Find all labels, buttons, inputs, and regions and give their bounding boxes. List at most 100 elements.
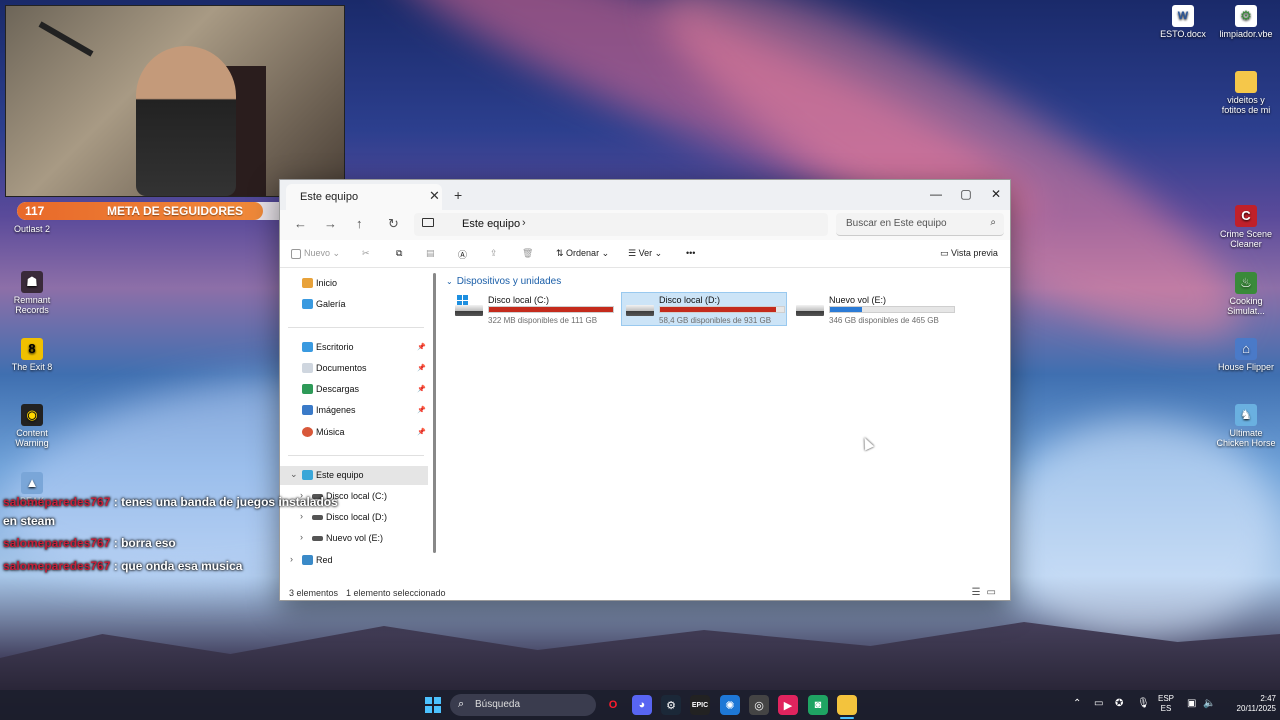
taskbar-search[interactable]: ⌕ Búsqueda [450, 694, 596, 716]
desktop-icon-cooking[interactable]: ♨ Cooking Simulat... [1214, 272, 1278, 316]
address-row: ← → ↑ ↻ Este equipo › Buscar en Este equ… [280, 210, 1010, 240]
file-explorer-icon[interactable] [837, 695, 857, 715]
pin-icon[interactable]: 📌 [417, 385, 426, 393]
chevron-right-icon[interactable]: › [300, 532, 303, 542]
address-bar[interactable]: Este equipo › [414, 213, 828, 236]
pin-icon[interactable]: 📌 [417, 428, 426, 436]
desktop-icon-crime-scene[interactable]: C Crime Scene Cleaner [1214, 205, 1278, 249]
tab-title: Este equipo [300, 191, 359, 203]
details-view-icon[interactable]: ☰ [972, 587, 987, 598]
chevron-right-icon[interactable]: › [290, 554, 293, 564]
wallpaper-cloud [1000, 420, 1280, 640]
epic-games-icon[interactable]: EPIC [690, 695, 710, 715]
streamer [136, 46, 236, 196]
sidebar-item-musica[interactable]: Música 📌 [280, 423, 428, 442]
start-button[interactable] [423, 695, 443, 715]
sidebar-item-disco-e[interactable]: › Nuevo vol (E:) [290, 529, 428, 548]
obs-icon[interactable]: ◎ [749, 695, 769, 715]
hard-drive-icon [455, 305, 483, 316]
preview-pane-button[interactable]: ▭ Vista previa [940, 248, 998, 259]
opera-icon[interactable]: O [603, 695, 623, 715]
clock[interactable]: 2:47 20/11/2025 [1224, 694, 1276, 714]
view-button[interactable]: ☰ Ver ⌄ [628, 248, 662, 259]
microphone-icon[interactable]: 🎙 [1137, 698, 1150, 709]
breadcrumb[interactable]: Este equipo [462, 218, 520, 230]
close-window-button[interactable]: ✕ [981, 183, 1011, 205]
view-toggle[interactable]: ☰▭ [972, 587, 1002, 598]
media-player-icon[interactable]: ▶ [778, 695, 798, 715]
chevron-down-icon[interactable]: ⌄ [290, 469, 298, 480]
desktop-icon-outlast[interactable]: Outlast 2 [0, 224, 64, 234]
back-arrow-icon[interactable]: ← [294, 216, 307, 231]
drive-tile-c[interactable]: Disco local (C:) 322 MB disponibles de 1… [450, 292, 616, 326]
desktop-icon-esto-docx[interactable]: W ESTO.docx [1151, 5, 1215, 39]
minimize-button[interactable]: — [921, 183, 951, 205]
android-icon[interactable]: ◙ [808, 695, 828, 715]
volume-icon[interactable]: 🔈 [1203, 698, 1215, 709]
new-tab-button[interactable]: + [454, 187, 462, 203]
close-tab-icon[interactable]: ✕ [429, 188, 440, 204]
copy-icon[interactable]: ⧉ [396, 248, 402, 259]
sidebar-item-documentos[interactable]: Documentos 📌 [280, 359, 428, 378]
microphone-arm [38, 21, 94, 57]
desktop-icon-content-warning[interactable]: ◉ Content Warning [0, 404, 64, 448]
chevron-right-icon[interactable]: › [522, 217, 526, 229]
language-indicator[interactable]: ESP ES [1158, 694, 1174, 714]
desktop-icon-chicken-horse[interactable]: ♞ Ultimate Chicken Horse [1214, 404, 1278, 448]
chevron-right-icon[interactable]: › [300, 511, 303, 521]
drive-name: Disco local (C:) [488, 295, 550, 305]
sidebar-item-este-equipo[interactable]: ⌄ Este equipo [280, 466, 428, 485]
network-icon[interactable]: ▣ [1187, 698, 1196, 709]
desktop-folder-icon [302, 342, 313, 352]
drive-tile-e[interactable]: Nuevo vol (E:) 346 GB disponibles de 465… [791, 292, 957, 326]
more-options-button[interactable]: ••• [686, 248, 695, 258]
sidebar-item-descargas[interactable]: Descargas 📌 [280, 380, 428, 399]
command-bar: Nuevo ⌄ ✂ ⧉ ▤ Ⓐ ⇪ 🗑 ⇅ Ordenar ⌄ ☰ Ver ⌄ … [280, 240, 1010, 268]
navigation-pane: Inicio Galería Escritorio 📌 Documentos 📌… [280, 269, 432, 577]
desktop-icon-limpiador[interactable]: ⚙ limpiador.vbe [1214, 5, 1278, 39]
paste-icon[interactable]: ▤ [426, 248, 435, 259]
share-icon[interactable]: ⇪ [490, 248, 498, 259]
sidebar-item-inicio[interactable]: Inicio [280, 274, 428, 293]
search-input[interactable]: Buscar en Este equipo ⌕ [836, 213, 1004, 236]
rename-icon[interactable]: Ⓐ [458, 248, 467, 261]
desktop-icon-exit8[interactable]: 8 The Exit 8 [0, 338, 64, 372]
group-header[interactable]: ⌄ Dispositivos y unidades [446, 276, 561, 287]
pin-icon[interactable]: 📌 [417, 406, 426, 414]
chat-message: salomeparedes767 : tenes una banda de ju… [3, 495, 338, 509]
steam-icon[interactable]: ⚙ [661, 695, 681, 715]
battery-icon[interactable]: ▭ [1094, 698, 1103, 709]
sidebar-item-red[interactable]: › Red [280, 551, 428, 570]
up-arrow-icon[interactable]: ↑ [356, 216, 363, 231]
new-button[interactable]: Nuevo ⌄ [291, 248, 340, 259]
desktop-icon-videitos-folder[interactable]: videitos y fotitos de mi [1214, 71, 1278, 115]
pin-icon[interactable]: 📌 [417, 343, 426, 351]
maximize-button[interactable]: ▢ [951, 183, 981, 205]
divider [288, 327, 424, 328]
tiles-view-icon[interactable]: ▭ [987, 587, 1002, 598]
refresh-icon[interactable]: ↻ [388, 216, 399, 232]
drive-tile-d[interactable]: Disco local (D:) 58,4 GB disponibles de … [621, 292, 787, 326]
cut-icon[interactable]: ✂ [362, 248, 370, 259]
show-hidden-icons[interactable]: ⌃ [1073, 698, 1081, 709]
forward-arrow-icon[interactable]: → [324, 216, 337, 231]
windows-logo-icon [425, 697, 441, 713]
sidebar-item-imagenes[interactable]: Imágenes 📌 [280, 401, 428, 420]
sidebar-item-disco-d[interactable]: › Disco local (D:) [290, 508, 428, 527]
sidebar-item-galeria[interactable]: Galería [280, 295, 428, 314]
delete-icon[interactable]: 🗑 [522, 248, 533, 259]
sidebar-scrollbar[interactable] [433, 273, 436, 553]
tab-este-equipo[interactable]: Este equipo ✕ [286, 184, 442, 210]
file-explorer-window: Este equipo ✕ + — ▢ ✕ ← → ↑ ↻ Este equip… [279, 179, 1011, 601]
discord-icon[interactable]: ◕ [632, 695, 652, 715]
content-area: ⌄ Dispositivos y unidades Disco local (C:… [440, 269, 1010, 577]
desktop-icon-remnant[interactable]: ☗ Remnant Records [0, 271, 64, 315]
sidebar-item-escritorio[interactable]: Escritorio 📌 [280, 338, 428, 357]
desktop-icon-house-flipper[interactable]: ⌂ House Flipper [1214, 338, 1278, 372]
pin-icon[interactable]: 📌 [417, 364, 426, 372]
peak-icon: ▲ [21, 472, 43, 494]
sort-button[interactable]: ⇅ Ordenar ⌄ [556, 248, 609, 259]
battle-net-icon[interactable]: ✺ [720, 695, 740, 715]
desktop-icon-label: Outlast 2 [13, 224, 51, 234]
settings-icon[interactable]: ✪ [1115, 698, 1123, 709]
